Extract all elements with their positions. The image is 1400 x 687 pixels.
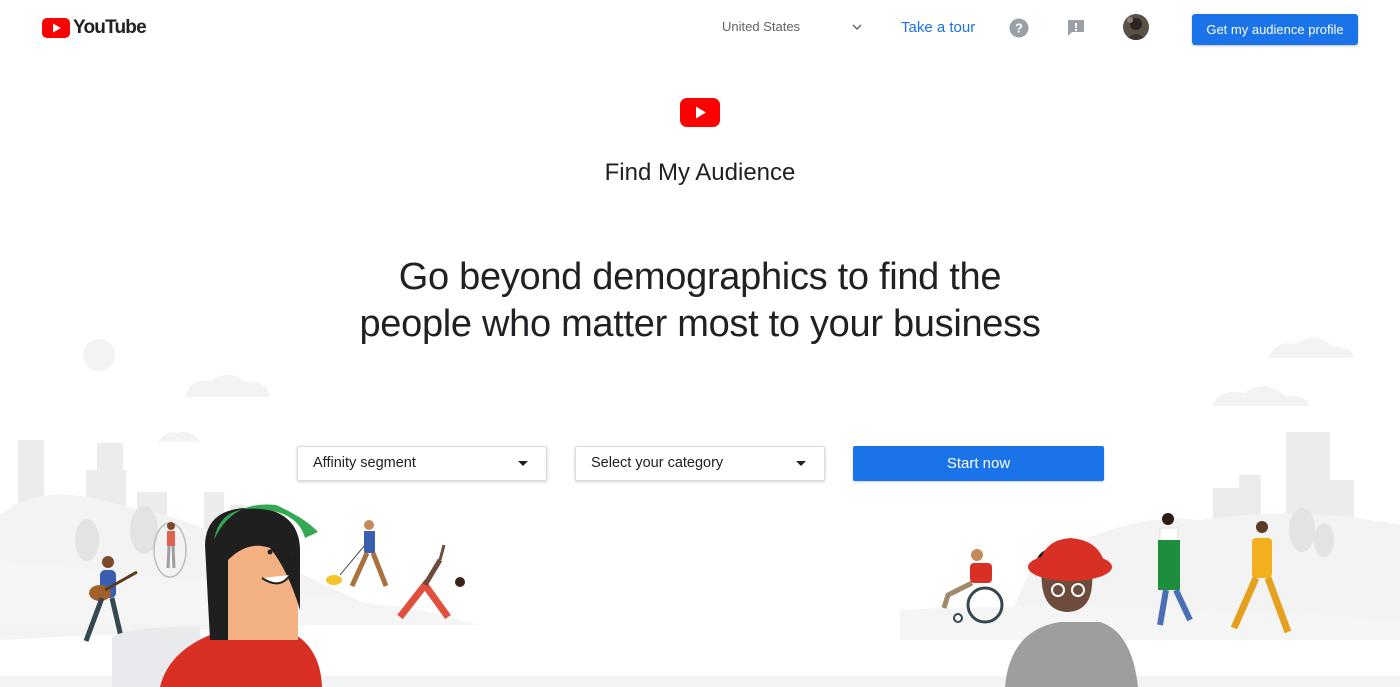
bg-cloud xyxy=(1212,386,1310,406)
segment-select[interactable]: Affinity segment xyxy=(297,446,547,481)
chevron-down-icon[interactable] xyxy=(851,21,863,33)
segment-select-value: Affinity segment xyxy=(313,455,416,471)
tree xyxy=(1314,523,1334,557)
take-a-tour-link[interactable]: Take a tour xyxy=(901,19,975,36)
help-circle-icon[interactable]: ? xyxy=(1009,18,1029,38)
bg-cloud xyxy=(158,431,200,442)
category-select[interactable]: Select your category xyxy=(575,446,825,481)
youtube-play-icon xyxy=(680,98,720,127)
category-select-value: Select your category xyxy=(591,455,724,471)
country-selector[interactable]: United States xyxy=(722,19,800,34)
dropdown-arrow-icon xyxy=(518,461,528,466)
get-audience-profile-button[interactable]: Get my audience profile xyxy=(1192,14,1358,45)
tree xyxy=(1289,508,1315,552)
headline: Go beyond demographics to find the peopl… xyxy=(0,254,1400,348)
headline-line-2: people who matter most to your business xyxy=(359,303,1041,345)
top-bar: YouTube United States Take a tour ? Get … xyxy=(0,0,1400,58)
logo-wordmark: YouTube xyxy=(73,17,147,38)
dog-walker xyxy=(326,520,389,588)
feedback-icon[interactable] xyxy=(1066,18,1086,38)
youtube-logo[interactable]: YouTube xyxy=(42,17,147,39)
dropdown-arrow-icon xyxy=(796,461,806,466)
headline-line-1: Go beyond demographics to find the xyxy=(398,256,1002,298)
svg-text:?: ? xyxy=(1015,21,1023,36)
tree xyxy=(75,519,99,561)
bg-cloud xyxy=(185,374,270,397)
yoga-person xyxy=(397,544,465,620)
app-title: Find My Audience xyxy=(604,159,796,186)
avatar[interactable] xyxy=(1123,14,1149,40)
youtube-play-icon xyxy=(42,18,70,38)
avatar-image xyxy=(1123,14,1149,40)
start-now-button[interactable]: Start now xyxy=(853,446,1104,481)
